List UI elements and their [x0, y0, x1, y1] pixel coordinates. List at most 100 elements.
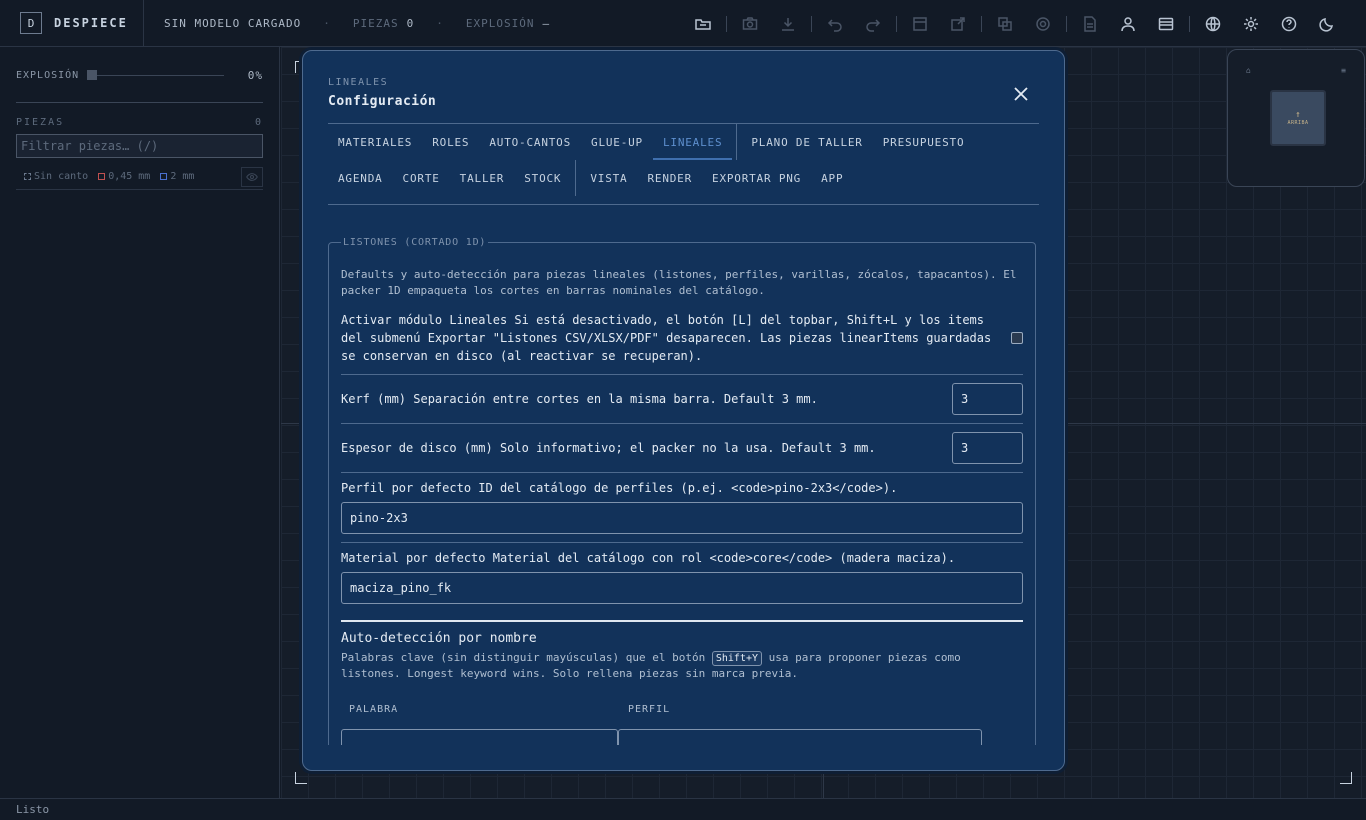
inbox-icon[interactable]	[1156, 14, 1176, 34]
col-profile: PERFIL	[628, 704, 671, 715]
profile-select[interactable]	[618, 729, 982, 745]
explosion-status-value: —	[542, 16, 551, 30]
legend-edge-2: 2 mm	[160, 171, 194, 182]
status-text: Listo	[16, 803, 50, 816]
close-button[interactable]	[1011, 84, 1031, 104]
tab-separator	[575, 160, 577, 196]
menu-icon[interactable]: ≡	[1341, 66, 1346, 75]
auto-detect-title: Auto-detección por nombre	[341, 631, 537, 646]
undo-icon[interactable]	[825, 14, 845, 34]
tab-app[interactable]: APP	[811, 160, 853, 196]
material-label: Material por defecto Material del catálo…	[341, 551, 956, 565]
toolbar-separator	[981, 15, 982, 32]
export-icon[interactable]	[948, 14, 968, 34]
filter-pieces-input[interactable]: Filtrar piezas… (/)	[16, 134, 263, 158]
explosion-status-label: EXPLOSIÓN	[465, 16, 535, 30]
brand: D DESPIECE	[0, 0, 144, 47]
moon-icon[interactable]	[1317, 14, 1337, 34]
modal-title: Configuración	[328, 94, 437, 109]
kerf-label: Kerf (mm) Separación entre cortes en la …	[341, 392, 818, 406]
modal-body[interactable]: LISTONES (CORTADO 1D) Defaults y auto-de…	[328, 237, 1039, 745]
material-block: Material por defecto Material del catálo…	[341, 551, 1023, 612]
keyword-input[interactable]	[341, 729, 618, 745]
model-status: SIN MODELO CARGADO	[164, 16, 302, 30]
corner-marker	[295, 772, 307, 784]
close-icon	[1014, 87, 1028, 101]
swatch	[98, 173, 106, 180]
tab-materiales[interactable]: MATERIALES	[328, 124, 422, 160]
tab-vista[interactable]: VISTA	[580, 160, 637, 196]
keyword-table-row	[341, 729, 1023, 745]
kerf-input[interactable]: 3	[952, 383, 1023, 415]
swatch	[24, 173, 31, 180]
settings-icon[interactable]	[1241, 14, 1261, 34]
slider-thumb[interactable]	[87, 70, 98, 80]
home-icon[interactable]: ⌂	[1246, 66, 1251, 75]
legend-edge-1: 0,45 mm	[98, 171, 150, 182]
globe-icon[interactable]	[1203, 14, 1223, 34]
section-legend: LISTONES (CORTADO 1D)	[343, 237, 487, 248]
pieces-count: 0	[254, 117, 263, 128]
brand-name: DESPIECE	[54, 16, 128, 30]
user-icon[interactable]	[1118, 14, 1138, 34]
auto-desc-text: Palabras clave (sin distinguir mayúscula…	[341, 651, 706, 664]
profile-block: Perfil por defecto ID del catálogo de pe…	[341, 481, 1023, 543]
eye-icon[interactable]	[241, 166, 263, 187]
document-icon[interactable]	[1080, 14, 1100, 34]
status-bar: Listo	[0, 798, 1366, 820]
explosion-control: EXPLOSIÓN 0%	[0, 69, 279, 82]
status-separator: ·	[323, 16, 331, 30]
tab-taller[interactable]: TALLER	[450, 160, 515, 196]
tab-plano-de-taller[interactable]: PLANO DE TALLER	[741, 124, 872, 160]
panel-icon[interactable]	[910, 14, 930, 34]
tab-presupuesto[interactable]: PRESUPUESTO	[873, 124, 975, 160]
tab-row: MATERIALES ROLES AUTO-CANTOS GLUE-UP LIN…	[328, 124, 1039, 160]
help-icon[interactable]	[1279, 14, 1299, 34]
open-folder-icon[interactable]	[693, 14, 713, 34]
tab-glue-up[interactable]: GLUE-UP	[581, 124, 653, 160]
auto-detect-description: Palabras clave (sin distinguir mayúscula…	[341, 650, 1023, 682]
disk-input[interactable]: 3	[952, 432, 1023, 464]
tab-render[interactable]: RENDER	[637, 160, 702, 196]
target-icon[interactable]	[1033, 14, 1053, 34]
swatch	[160, 173, 168, 180]
edge-legend: Sin canto 0,45 mm 2 mm	[16, 164, 263, 190]
disk-row: Espesor de disco (mm) Solo informativo; …	[341, 424, 1023, 473]
tab-exportar-png[interactable]: EXPORTAR PNG	[702, 160, 811, 196]
legend-label: 0,45 mm	[108, 171, 151, 182]
download-icon[interactable]	[778, 14, 798, 34]
layers-icon[interactable]	[995, 14, 1015, 34]
col-word: PALABRA	[349, 704, 399, 715]
material-input[interactable]: maciza_pino_fk	[341, 572, 1023, 604]
status-group: SIN MODELO CARGADO · PIEZAS 0 · EXPLOSIÓ…	[164, 17, 550, 30]
toolbar-separator	[811, 15, 812, 32]
tab-lineales[interactable]: LINEALES	[652, 124, 733, 160]
explosion-slider[interactable]	[87, 70, 224, 80]
tab-agenda[interactable]: AGENDA	[328, 160, 393, 196]
camera-icon[interactable]	[740, 14, 760, 34]
pieces-status-value: 0	[406, 16, 415, 30]
corner-marker	[1340, 772, 1352, 784]
pieces-status-label: PIEZAS	[352, 16, 399, 30]
tab-bar: MATERIALES ROLES AUTO-CANTOS GLUE-UP LIN…	[328, 124, 1039, 205]
legend-label: Sin canto	[34, 171, 89, 182]
cube-face-top[interactable]: ↑ ARRIBA	[1270, 90, 1326, 146]
tab-corte[interactable]: CORTE	[393, 160, 450, 196]
toolbar-separator	[896, 15, 897, 32]
tab-stock[interactable]: STOCK	[514, 160, 571, 196]
status-separator: ·	[436, 16, 444, 30]
legend-label: 2 mm	[170, 171, 195, 182]
explosion-value: 0%	[247, 69, 263, 82]
legend-no-edge: Sin canto	[24, 171, 88, 182]
toolbar-separator	[1066, 15, 1067, 32]
toolbar-icons	[684, 0, 1346, 47]
tab-roles[interactable]: ROLES	[422, 124, 479, 160]
kerf-row: Kerf (mm) Separación entre cortes en la …	[341, 375, 1023, 424]
tab-auto-cantos[interactable]: AUTO-CANTOS	[479, 124, 581, 160]
sidebar: EXPLOSIÓN 0% PIEZAS 0 Filtrar piezas… (/…	[0, 47, 280, 798]
tab-separator	[736, 124, 738, 160]
redo-icon[interactable]	[863, 14, 883, 34]
profile-input[interactable]: pino-2x3	[341, 502, 1023, 534]
enable-checkbox[interactable]	[1011, 332, 1023, 344]
navigation-cube[interactable]: ⌂ ≡ ↑ ARRIBA	[1227, 49, 1365, 187]
